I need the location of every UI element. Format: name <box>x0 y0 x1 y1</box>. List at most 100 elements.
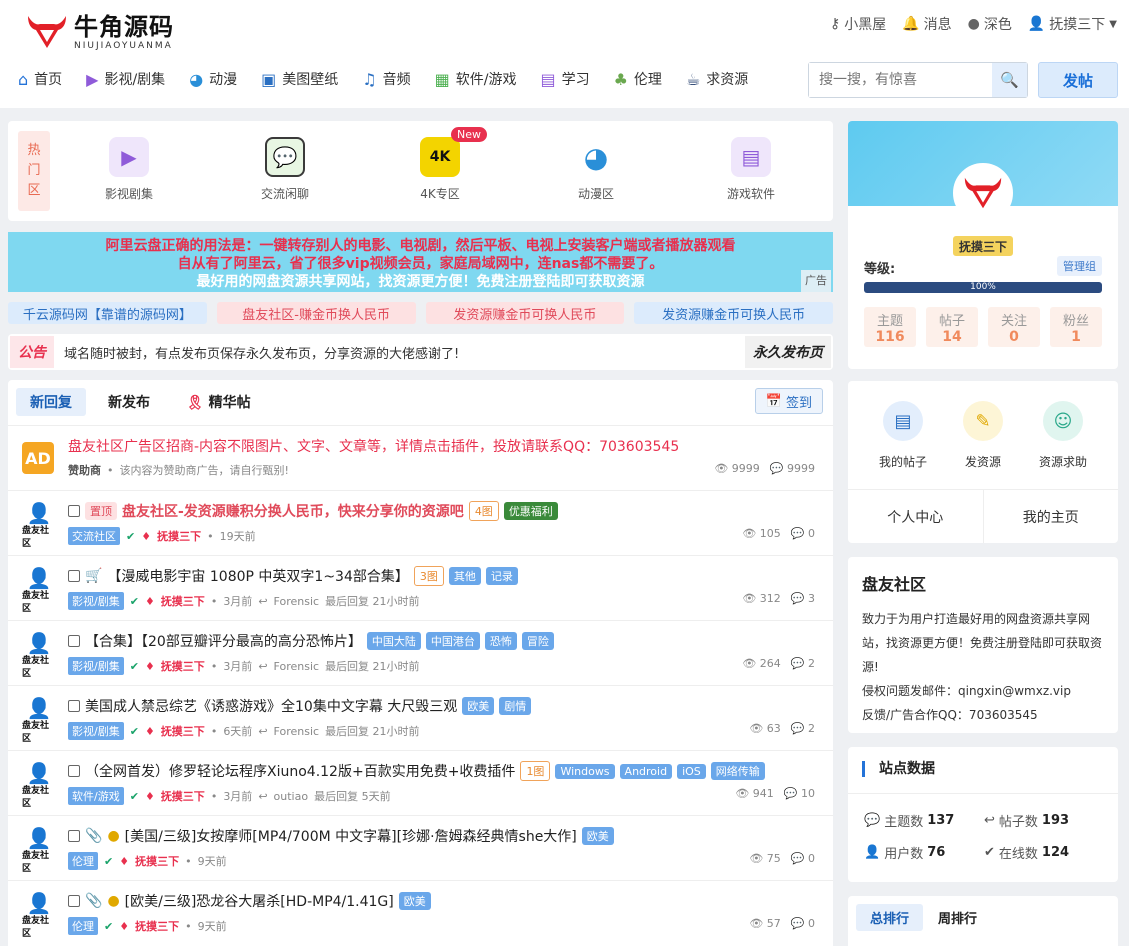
resource-help-button[interactable]: ☺ 资源求助 <box>1023 401 1103 470</box>
thread-tag[interactable]: Windows <box>555 763 615 779</box>
nav-software[interactable]: ▦ 软件/游戏 <box>435 64 517 94</box>
ad-row[interactable]: AD 盘友社区广告区招商-内容不限图片、文字、文章等，详情点击插件，投放请联系Q… <box>8 425 833 490</box>
link-qianyun[interactable]: 千云源码网【靠谱的源码网】 <box>8 302 207 324</box>
thread-row[interactable]: 👤 盘友社区 🛒 【漫威电影宇宙 1080P 中英双字1~34部合集】 3图 其他 记录 影视… <box>8 555 833 620</box>
post-resource-button[interactable]: ✎ 发资源 <box>943 401 1023 470</box>
nav-ethics[interactable]: ♣ 伦理 <box>614 64 662 94</box>
tab-new-reply[interactable]: 新回复 <box>16 388 86 416</box>
author-name[interactable]: 抚摸三下 <box>161 788 205 804</box>
thread-tag[interactable]: iOS <box>677 763 706 779</box>
avatar[interactable]: 👤 盘友社区 <box>22 503 56 549</box>
select-checkbox[interactable] <box>68 765 80 777</box>
nav-anime[interactable]: ◕ 动漫 <box>189 64 237 94</box>
stat-following[interactable]: 关注 0 <box>988 307 1040 347</box>
thread-title[interactable]: 盘友社区-发资源赚积分换人民币，快来分享你的资源吧 <box>122 501 464 521</box>
tab-total-rank[interactable]: 总排行 <box>856 904 924 931</box>
thread-tag[interactable]: 中国港台 <box>425 632 480 650</box>
thread-tag[interactable]: 冒险 <box>521 632 554 650</box>
user-menu[interactable]: 👤 抚摸三下 ▼ <box>1028 14 1117 34</box>
thread-title[interactable]: [美国/三级]女按摩师[MP4/700M 中文字幕][珍娜·詹姆森经典情she大… <box>125 826 577 846</box>
thread-row[interactable]: 👤 盘友社区 📎 ● [欧美/三级]恐龙谷大屠杀[HD-MP4/1.41G] 欧美 伦理 ✔ ♦… <box>8 880 833 945</box>
stat-posts[interactable]: 帖子 14 <box>926 307 978 347</box>
select-checkbox[interactable] <box>68 570 80 582</box>
nav-audio[interactable]: ♫ 音频 <box>362 64 410 94</box>
avatar[interactable]: 👤 盘友社区 <box>22 763 56 809</box>
select-checkbox[interactable] <box>68 505 80 517</box>
tab-week-rank[interactable]: 周排行 <box>924 904 991 931</box>
hot-item-anime[interactable]: ◕ 动漫区 <box>551 137 641 202</box>
thread-tag[interactable]: 4图 <box>468 501 499 521</box>
author-name[interactable]: 抚摸三下 <box>161 658 205 674</box>
my-posts-button[interactable]: ▤ 我的帖子 <box>863 401 943 470</box>
nav-movies[interactable]: ▶ 影视/剧集 <box>86 64 165 94</box>
thread-row[interactable]: 👤 盘友社区 美国成人禁忌综艺《诱惑游戏》全10集中文字幕 大尺毁三观 欧美 剧情 影视/… <box>8 685 833 750</box>
avatar[interactable]: 👤 盘友社区 <box>22 633 56 679</box>
signin-button[interactable]: 📅 签到 <box>754 388 823 414</box>
thread-tag[interactable]: 1图 <box>520 761 551 781</box>
nav-wallpaper[interactable]: ▣ 美图壁纸 <box>261 64 338 94</box>
nav-home[interactable]: ⌂ 首页 <box>18 64 62 94</box>
nav-request[interactable]: ☕ 求资源 <box>686 64 748 94</box>
last-replier[interactable]: outiao <box>274 790 309 803</box>
link-panyou[interactable]: 盘友社区-赚金币换人民币 <box>216 302 416 324</box>
hot-item-games[interactable]: ▤ 游戏软件 <box>706 137 796 202</box>
thread-tag[interactable]: 欧美 <box>462 697 495 715</box>
link-earn-1[interactable]: 发资源赚金币可换人民币 <box>425 302 625 324</box>
promo-banner[interactable]: 阿里云盘正确的用法是：一键转存别人的电影、电视剧，然后平板、电视上安装客户端或者… <box>8 232 833 292</box>
category-badge[interactable]: 软件/游戏 <box>68 787 124 805</box>
messages-link[interactable]: 🔔 消息 <box>902 14 951 34</box>
personal-center-link[interactable]: 个人中心 <box>848 490 984 543</box>
author-name[interactable]: 抚摸三下 <box>161 593 205 609</box>
profile-username[interactable]: 抚摸三下 <box>953 236 1013 256</box>
thread-row[interactable]: 👤 盘友社区 置顶 盘友社区-发资源赚积分换人民币，快来分享你的资源吧 4图 优惠福利 交流… <box>8 490 833 555</box>
blackroom-link[interactable]: ⚷ 小黑屋 <box>830 14 886 34</box>
thread-title[interactable]: 美国成人禁忌综艺《诱惑游戏》全10集中文字幕 大尺毁三观 <box>85 696 457 716</box>
last-replier[interactable]: Forensic <box>274 660 320 673</box>
thread-tag[interactable]: 优惠福利 <box>503 502 558 520</box>
avatar[interactable]: 👤 盘友社区 <box>22 893 56 939</box>
avatar[interactable]: 👤 盘友社区 <box>22 568 56 614</box>
hot-item-4k[interactable]: 4K 4K专区 New <box>395 127 487 202</box>
category-badge[interactable]: 影视/剧集 <box>68 592 124 610</box>
thread-row[interactable]: 👤 盘友社区 （全网首发）修罗轻论坛程序Xiuno4.12版+百款实用免费+收费插件… <box>8 750 833 815</box>
last-replier[interactable]: Forensic <box>274 595 320 608</box>
link-earn-2[interactable]: 发资源赚金币可换人民币 <box>634 302 833 324</box>
permanent-page-link[interactable]: 永久发布页 <box>745 336 831 368</box>
thread-title[interactable]: 【合集】【20部豆瓣评分最高的高分恐怖片】 <box>85 631 362 651</box>
thread-tag[interactable]: 欧美 <box>398 892 431 910</box>
thread-tag[interactable]: 网络传输 <box>710 762 765 780</box>
site-logo[interactable]: 牛角源码 NIUJIAOYUANMA <box>24 12 174 52</box>
select-checkbox[interactable] <box>68 895 80 907</box>
profile-avatar[interactable] <box>953 163 1013 223</box>
hot-item-movies[interactable]: ▶ 影视剧集 <box>84 137 174 202</box>
thread-tag[interactable]: 中国大陆 <box>366 632 421 650</box>
category-badge[interactable]: 影视/剧集 <box>68 657 124 675</box>
dark-mode-toggle[interactable]: ● 深色 <box>968 14 1012 34</box>
thread-tag[interactable]: 记录 <box>485 567 518 585</box>
thread-title[interactable]: 【漫威电影宇宙 1080P 中英双字1~34部合集】 <box>107 566 408 586</box>
thread-title[interactable]: [欧美/三级]恐龙谷大屠杀[HD-MP4/1.41G] <box>125 891 394 911</box>
select-checkbox[interactable] <box>68 700 80 712</box>
thread-title[interactable]: （全网首发）修罗轻论坛程序Xiuno4.12版+百款实用免费+收费插件 <box>85 761 515 781</box>
select-checkbox[interactable] <box>68 635 80 647</box>
tab-new-post[interactable]: 新发布 <box>94 388 164 416</box>
hot-item-chat[interactable]: 💬 交流闲聊 <box>240 137 330 202</box>
category-badge[interactable]: 伦理 <box>68 852 98 870</box>
thread-tag[interactable]: 欧美 <box>581 827 614 845</box>
category-badge[interactable]: 伦理 <box>68 917 98 935</box>
avatar[interactable]: 👤 盘友社区 <box>22 828 56 874</box>
search-button[interactable]: 🔍 <box>992 63 1027 97</box>
thread-tag[interactable]: 剧情 <box>499 697 532 715</box>
last-replier[interactable]: Forensic <box>274 725 320 738</box>
author-name[interactable]: 抚摸三下 <box>135 918 179 934</box>
search-input[interactable] <box>809 63 993 97</box>
thread-tag[interactable]: 3图 <box>413 566 444 586</box>
nav-study[interactable]: ▤ 学习 <box>540 64 589 94</box>
stat-topics[interactable]: 主题 116 <box>864 307 916 347</box>
category-badge[interactable]: 交流社区 <box>68 527 120 545</box>
thread-tag[interactable]: 恐怖 <box>484 632 517 650</box>
thread-row[interactable]: 👤 盘友社区 📎 ● [美国/三级]女按摩师[MP4/700M 中文字幕][珍娜·詹姆森… <box>8 815 833 880</box>
thread-row[interactable]: 👤 盘友社区 【合集】【20部豆瓣评分最高的高分恐怖片】 中国大陆 中国港台 恐怖 冒险影视… <box>8 620 833 685</box>
author-name[interactable]: 抚摸三下 <box>157 528 201 544</box>
tab-featured[interactable]: 🎗 精华帖 <box>172 388 265 416</box>
